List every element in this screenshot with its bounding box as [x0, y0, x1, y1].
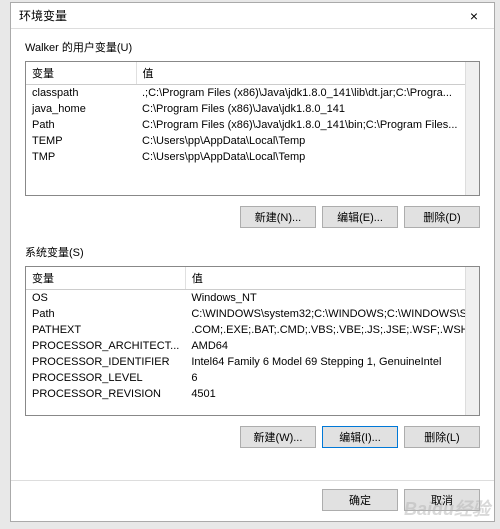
- delete-system-var-button[interactable]: 删除(L): [404, 426, 480, 448]
- table-row[interactable]: PATHEXT.COM;.EXE;.BAT;.CMD;.VBS;.VBE;.JS…: [26, 322, 480, 338]
- ok-button[interactable]: 确定: [322, 489, 398, 511]
- system-vars-table-wrap: 变量 值 OSWindows_NT PathC:\WINDOWS\system3…: [25, 266, 480, 416]
- col-header-value[interactable]: 值: [185, 267, 480, 290]
- scrollbar-vertical[interactable]: [465, 267, 479, 415]
- edit-user-var-button[interactable]: 编辑(E)...: [322, 206, 398, 228]
- system-vars-label: 系统变量(S): [25, 244, 480, 260]
- env-vars-dialog: 环境变量 × Walker 的用户变量(U) 变量 值 classpath.;C…: [10, 2, 495, 522]
- table-row[interactable]: PROCESSOR_ARCHITECT...AMD64: [26, 338, 480, 354]
- scrollbar-vertical[interactable]: [465, 62, 479, 195]
- table-row[interactable]: PathC:\Program Files (x86)\Java\jdk1.8.0…: [26, 117, 479, 133]
- system-vars-buttons: 新建(W)... 编辑(I)... 删除(L): [25, 426, 480, 448]
- user-vars-label: Walker 的用户变量(U): [25, 39, 480, 55]
- dialog-footer: 确定 取消: [11, 480, 494, 521]
- table-row[interactable]: PathC:\WINDOWS\system32;C:\WINDOWS;C:\WI…: [26, 306, 480, 322]
- edit-system-var-button[interactable]: 编辑(I)...: [322, 426, 398, 448]
- table-row[interactable]: classpath.;C:\Program Files (x86)\Java\j…: [26, 85, 479, 102]
- table-row[interactable]: OSWindows_NT: [26, 290, 480, 307]
- system-vars-table[interactable]: 变量 值 OSWindows_NT PathC:\WINDOWS\system3…: [26, 267, 480, 402]
- close-icon: ×: [470, 8, 478, 24]
- table-row[interactable]: PROCESSOR_IDENTIFIERIntel64 Family 6 Mod…: [26, 354, 480, 370]
- new-system-var-button[interactable]: 新建(W)...: [240, 426, 316, 448]
- dialog-content: Walker 的用户变量(U) 变量 值 classpath.;C:\Progr…: [11, 29, 494, 480]
- table-row[interactable]: TEMPC:\Users\pp\AppData\Local\Temp: [26, 133, 479, 149]
- col-header-name[interactable]: 变量: [26, 62, 136, 85]
- delete-user-var-button[interactable]: 删除(D): [404, 206, 480, 228]
- table-row[interactable]: PROCESSOR_LEVEL6: [26, 370, 480, 386]
- table-row[interactable]: TMPC:\Users\pp\AppData\Local\Temp: [26, 149, 479, 165]
- titlebar: 环境变量 ×: [11, 3, 494, 29]
- table-row[interactable]: java_homeC:\Program Files (x86)\Java\jdk…: [26, 101, 479, 117]
- col-header-value[interactable]: 值: [136, 62, 479, 85]
- cancel-button[interactable]: 取消: [404, 489, 480, 511]
- user-vars-buttons: 新建(N)... 编辑(E)... 删除(D): [25, 206, 480, 228]
- system-vars-section: 系统变量(S) 变量 值 OSWindows_NT PathC:\WINDOWS…: [25, 244, 480, 454]
- col-header-name[interactable]: 变量: [26, 267, 185, 290]
- user-vars-table[interactable]: 变量 值 classpath.;C:\Program Files (x86)\J…: [26, 62, 479, 165]
- dialog-title: 环境变量: [19, 7, 67, 24]
- table-row[interactable]: PROCESSOR_REVISION4501: [26, 386, 480, 402]
- close-button[interactable]: ×: [454, 3, 494, 29]
- user-vars-table-wrap: 变量 值 classpath.;C:\Program Files (x86)\J…: [25, 61, 480, 196]
- user-vars-section: Walker 的用户变量(U) 变量 值 classpath.;C:\Progr…: [25, 39, 480, 244]
- new-user-var-button[interactable]: 新建(N)...: [240, 206, 316, 228]
